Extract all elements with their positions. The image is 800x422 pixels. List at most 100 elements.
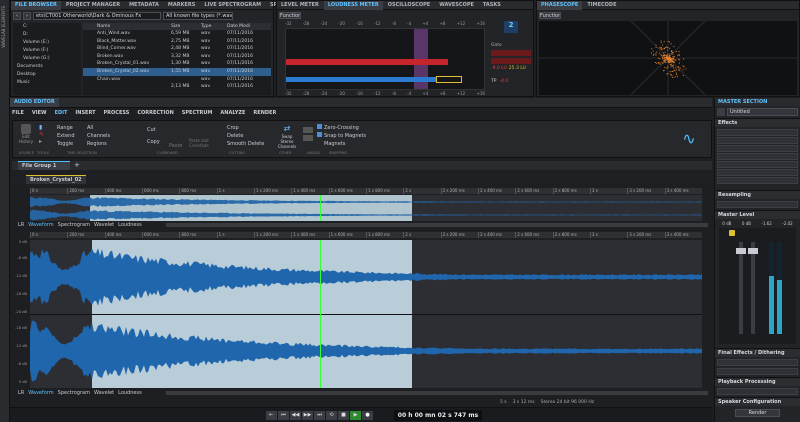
fader-left-knob[interactable] xyxy=(736,248,746,254)
master-level-header[interactable]: Master Level xyxy=(715,210,800,219)
effect-slot[interactable] xyxy=(717,169,798,176)
overview-tab-spectrogram[interactable]: Spectrogram xyxy=(58,222,90,228)
effect-slot[interactable] xyxy=(717,161,798,168)
effect-slot[interactable] xyxy=(717,129,798,136)
preset-icon[interactable] xyxy=(717,108,725,116)
paste-button[interactable]: Paste xyxy=(169,142,183,150)
ribbon-tab-view[interactable]: VIEW xyxy=(32,110,47,119)
play-icon[interactable]: ▶ xyxy=(350,411,361,420)
file-row[interactable]: Anti_Wind.wav 6,59 MB wav 07/11/2016 xyxy=(83,30,271,38)
fader-right[interactable] xyxy=(748,242,758,334)
final-slot-2[interactable] xyxy=(717,368,798,375)
speaker-config-header[interactable]: Speaker Configuration xyxy=(715,397,800,406)
tab-wavescope[interactable]: WAVESCOPE xyxy=(435,1,478,10)
stop-icon[interactable]: ■ xyxy=(338,411,349,420)
all-button[interactable]: All xyxy=(87,125,93,131)
final-effects-header[interactable]: Final Effects / Dithering xyxy=(715,348,800,357)
col-size[interactable]: Size xyxy=(171,23,201,30)
copy-button[interactable]: Copy xyxy=(147,138,160,146)
preset-field[interactable]: Untitled xyxy=(727,108,798,116)
final-slot-1[interactable] xyxy=(717,359,798,366)
tree-item[interactable]: Volume (F:) xyxy=(13,47,81,55)
resampling-header[interactable]: Resampling xyxy=(715,190,800,199)
overview-tab-wavelet[interactable]: Wavelet xyxy=(94,222,114,228)
toggle-button[interactable]: Toggle xyxy=(57,140,87,148)
play-tool-icon[interactable]: ▸ xyxy=(39,138,53,145)
playback-processing-header[interactable]: Playback Processing xyxy=(715,377,800,386)
file-row[interactable]: Chain.wav wav 07/11/2016 xyxy=(83,76,271,84)
cycle-icon[interactable]: ⟲ xyxy=(326,411,337,420)
main-tab-waveform[interactable]: Waveform xyxy=(28,390,53,396)
ribbon-tab-spectrum[interactable]: SPECTRUM xyxy=(182,110,213,119)
overview-scrollbar[interactable] xyxy=(165,223,708,227)
tab-level-meter[interactable]: LEVEL METER xyxy=(277,1,323,10)
tree-item[interactable]: C: xyxy=(13,23,81,31)
cut-button[interactable]: Cut xyxy=(147,126,156,134)
file-row[interactable]: 2,13 MB wav 07/11/2016 xyxy=(83,83,271,91)
ribbon-tab-analyze[interactable]: ANALYZE xyxy=(220,110,245,119)
range-button[interactable]: Range xyxy=(57,124,87,132)
tab-file-browser[interactable]: FILE BROWSER xyxy=(11,0,61,10)
tab-project-manager[interactable]: PROJECT MANAGER xyxy=(62,1,124,10)
ribbon-tab-edit[interactable]: EDIT xyxy=(55,110,68,119)
regions-button[interactable]: Regions xyxy=(87,141,107,147)
time-display[interactable]: 00 h 00 mn 02 s 747 ms xyxy=(394,410,482,421)
go-start-icon[interactable]: ⏮ xyxy=(278,411,289,420)
tree-item[interactable]: Volume (G:) xyxy=(13,55,81,63)
effect-slot[interactable] xyxy=(717,137,798,144)
loudness-functions-button[interactable]: Functions xyxy=(279,12,301,19)
ribbon-tab-insert[interactable]: INSERT xyxy=(75,110,95,119)
main-tab-wavelet[interactable]: Wavelet xyxy=(94,390,114,396)
ribbon-tab-render[interactable]: RENDER xyxy=(253,110,276,119)
link-icon[interactable] xyxy=(729,230,735,236)
swap-stereo-button[interactable]: ⇄ Swap Stereo Channels xyxy=(275,124,299,150)
record-icon[interactable]: ● xyxy=(362,411,373,420)
format-info[interactable]: Stereo 24 bit 96 000 Hz xyxy=(541,400,594,405)
tab-metadata[interactable]: METADATA xyxy=(125,1,163,10)
edit-history-button[interactable]: Edit History xyxy=(17,124,35,150)
extend-button[interactable]: Extend xyxy=(57,132,87,140)
ribbon-tab-process[interactable]: PROCESS xyxy=(104,110,130,119)
ribbon-tab-file[interactable]: FILE xyxy=(12,110,24,119)
snap-checkbox[interactable] xyxy=(317,132,322,137)
zero-crossing-checkbox[interactable] xyxy=(317,124,322,129)
file-row[interactable]: Blind_Corner.wav 2,48 MB wav 07/11/2016 xyxy=(83,45,271,53)
zoom-value[interactable]: 5 s xyxy=(500,400,507,405)
tab-live-spectrogram[interactable]: LIVE SPECTROGRAM xyxy=(200,1,265,10)
effect-slot[interactable] xyxy=(717,145,798,152)
nudge-right-icon[interactable] xyxy=(303,135,313,141)
magnets-button[interactable]: Magnets xyxy=(317,141,345,147)
main-tab-spectrogram[interactable]: Spectrogram xyxy=(58,390,90,396)
forward-icon[interactable]: ▶▶ xyxy=(302,411,313,420)
go-end-icon[interactable]: ⏭ xyxy=(314,411,325,420)
forward-button[interactable]: › xyxy=(23,12,31,20)
tab-tasks[interactable]: TASKS xyxy=(479,1,505,10)
fader-right-knob[interactable] xyxy=(748,248,758,254)
file-tab[interactable]: Broken_Crystal_02 xyxy=(26,175,86,184)
file-row[interactable]: Broken_Crystal_02.wav 1,55 MB wav 07/11/201… xyxy=(83,67,271,76)
tree-item[interactable]: Desktop xyxy=(13,71,81,79)
length-value[interactable]: 3 s 12 ms xyxy=(513,400,535,405)
main-tab-loudness[interactable]: Loudness xyxy=(118,390,142,396)
channels-button[interactable]: Channels xyxy=(87,133,110,139)
phase-functions-button[interactable]: Functions xyxy=(539,12,561,19)
tab-markers[interactable]: MARKERS xyxy=(164,1,199,10)
col-date[interactable]: Date Modi xyxy=(227,23,267,30)
playback-slot[interactable] xyxy=(717,388,798,395)
tree-item[interactable]: Music xyxy=(13,79,81,87)
tree-item[interactable]: D: xyxy=(13,31,81,39)
overview-tab-loudness[interactable]: Loudness xyxy=(118,222,142,228)
file-row[interactable]: Broken_Crystal_01.wav 1,30 MB wav 07/11/201… xyxy=(83,60,271,68)
loop-icon[interactable]: ⇤ xyxy=(266,411,277,420)
path-field[interactable]: ets\CT001 Otherworld\Dark & Ominous Fx xyxy=(33,12,161,20)
rewind-icon[interactable]: ◀◀ xyxy=(290,411,301,420)
crop-button[interactable]: Crop xyxy=(221,124,271,132)
col-type[interactable]: Type xyxy=(201,23,227,30)
delete-button[interactable]: Delete xyxy=(221,132,271,140)
tab-oscilloscope[interactable]: OSCILLOSCOPE xyxy=(384,1,434,10)
resampling-slot[interactable] xyxy=(717,201,798,208)
tree-item[interactable]: Volume (E:) xyxy=(13,39,81,47)
file-group-tab[interactable]: File Group 1 xyxy=(18,161,70,170)
back-button[interactable]: ‹ xyxy=(13,12,21,20)
nudge-left-icon[interactable] xyxy=(303,127,313,133)
